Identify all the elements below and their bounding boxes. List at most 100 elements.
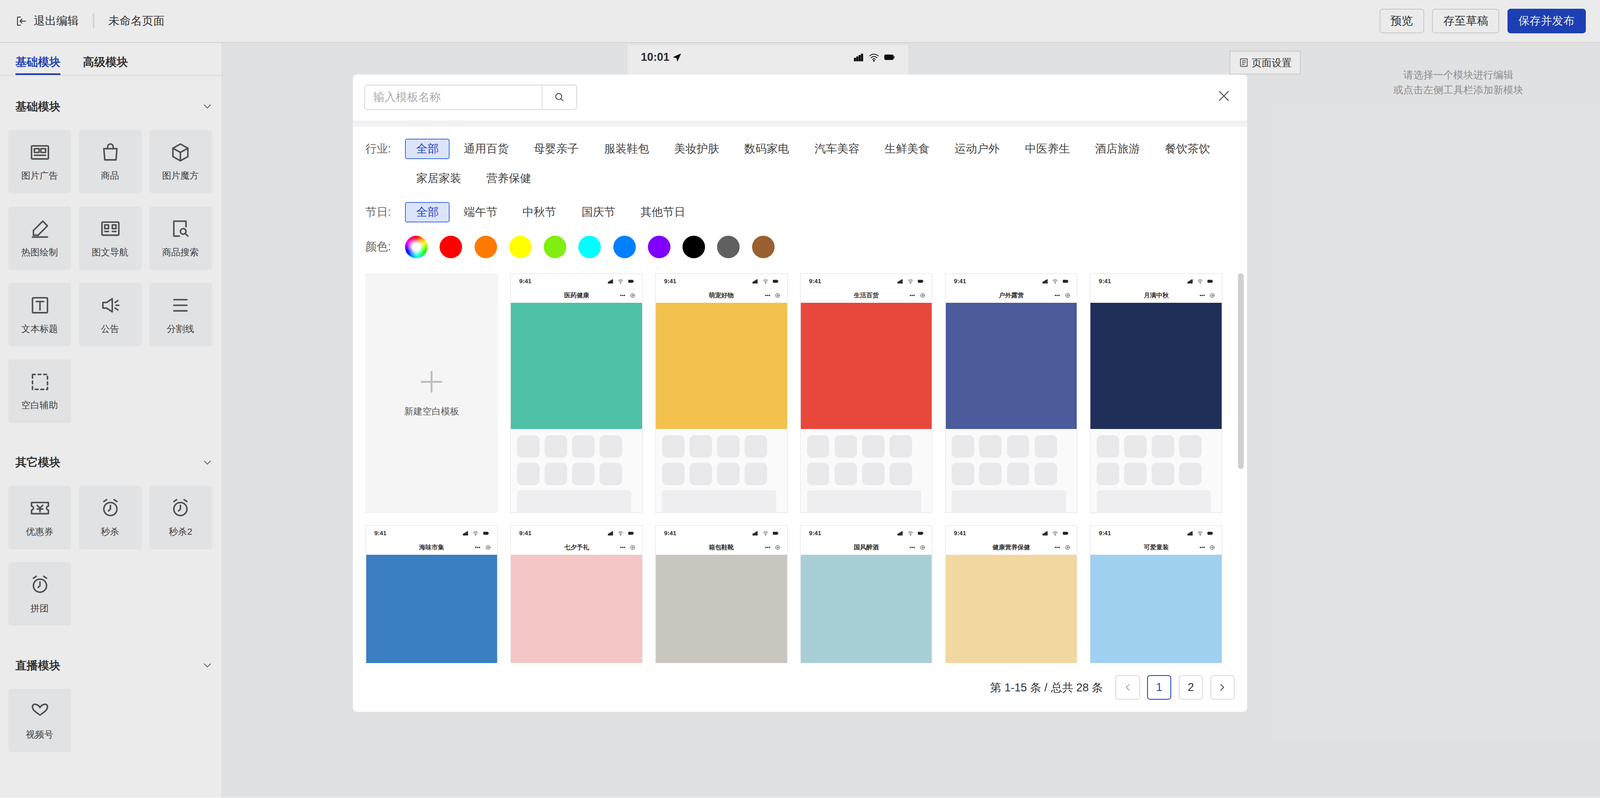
color-swatch[interactable]	[474, 235, 498, 259]
new-template-label[interactable]: 新建空白模板	[404, 405, 460, 418]
signal-icon	[1187, 530, 1194, 537]
card-title-bar: 七夕予礼	[510, 540, 642, 555]
template-card[interactable]: 9:41海味市集	[365, 525, 498, 664]
filter-chip[interactable]: 营养保健	[475, 168, 543, 189]
filter-chip[interactable]: 中医养生	[1013, 138, 1081, 160]
prev-page-button[interactable]	[1115, 675, 1140, 700]
wifi-icon	[1197, 278, 1204, 285]
filter-chip[interactable]: 家居家装	[405, 168, 473, 189]
target-icon	[1209, 292, 1216, 299]
more-icon	[1054, 292, 1061, 299]
filter-chip[interactable]: 全部	[405, 138, 450, 160]
pagination-summary: 第 1-15 条 / 总共 28 条	[990, 680, 1103, 696]
page-button[interactable]: 1	[1147, 675, 1172, 700]
template-card[interactable]: 9:41箱包鞋靴	[655, 525, 788, 664]
wifi-icon	[1052, 278, 1059, 285]
signal-icon	[1042, 530, 1049, 537]
card-block	[1151, 435, 1175, 458]
filter-label: 行业:	[365, 138, 406, 160]
new-template-card[interactable]: 新建空白模板	[365, 273, 498, 514]
card-block	[834, 462, 858, 486]
filter-chip[interactable]: 服装鞋包	[592, 138, 660, 160]
color-swatch[interactable]	[647, 235, 671, 259]
next-page-button[interactable]	[1210, 675, 1235, 700]
color-swatch[interactable]	[613, 235, 636, 259]
card-body	[655, 429, 787, 513]
close-icon	[1216, 88, 1232, 104]
card-block	[544, 435, 568, 458]
target-icon	[1209, 544, 1216, 551]
card-title: 可爱童装	[1143, 543, 1169, 552]
page-button[interactable]: 2	[1178, 675, 1204, 700]
filter-chip[interactable]: 数码家电	[733, 138, 801, 160]
search-button[interactable]	[541, 85, 577, 110]
card-block	[717, 462, 740, 486]
card-banner	[1090, 555, 1222, 664]
more-icon	[474, 544, 481, 551]
filter-chip[interactable]: 端午节	[452, 202, 509, 223]
color-swatch[interactable]	[682, 235, 705, 259]
chevron-right-icon	[1216, 682, 1228, 694]
more-icon	[1199, 544, 1206, 551]
card-time: 9:41	[809, 530, 822, 537]
filter-chip[interactable]: 美妆护肤	[662, 138, 730, 160]
card-title-icons	[1054, 544, 1071, 551]
template-card[interactable]: 9:41可爱童装	[1089, 525, 1223, 664]
filter-chip[interactable]: 餐饮茶饮	[1154, 138, 1222, 160]
wifi-icon	[762, 278, 769, 285]
card-status-bar: 9:41	[1090, 274, 1222, 289]
color-swatch[interactable]	[578, 235, 601, 259]
card-banner	[945, 302, 1077, 430]
card-banner	[510, 555, 642, 664]
card-strip	[517, 490, 632, 513]
card-block	[1034, 462, 1058, 486]
filter-chip[interactable]: 国庆节	[570, 202, 627, 223]
filter-chip[interactable]: 运动户外	[943, 138, 1011, 160]
more-icon	[619, 544, 626, 551]
target-icon	[774, 292, 781, 299]
template-card[interactable]: 9:41七夕予礼	[510, 525, 643, 664]
filter-chip[interactable]: 生鲜美食	[873, 138, 941, 160]
card-title-icons	[764, 292, 781, 299]
card-status-bar: 9:41	[945, 526, 1077, 541]
filter-chip[interactable]: 通用百货	[452, 138, 520, 160]
card-title-icons	[909, 544, 926, 551]
signal-icon	[607, 278, 614, 285]
search-input[interactable]	[365, 85, 542, 110]
status-icons	[1187, 530, 1214, 537]
filter-chip[interactable]: 其他节日	[629, 202, 697, 223]
filter-chip[interactable]: 中秋节	[511, 202, 568, 223]
template-card[interactable]: 9:41户外露营	[945, 273, 1078, 514]
card-time: 9:41	[664, 277, 677, 285]
card-time: 9:41	[374, 530, 387, 537]
card-block	[689, 462, 713, 486]
close-button[interactable]	[1216, 88, 1232, 107]
card-status-bar: 9:41	[800, 526, 932, 541]
filter-chip[interactable]: 母婴亲子	[522, 138, 590, 160]
template-card[interactable]: 9:41健康营养保健	[945, 525, 1078, 664]
wifi-icon	[1197, 530, 1204, 537]
card-block	[1007, 435, 1030, 458]
card-block	[862, 462, 885, 486]
card-status-bar: 9:41	[945, 274, 1077, 289]
template-card[interactable]: 9:41医药健康	[510, 273, 643, 514]
battery-icon	[772, 530, 779, 537]
template-card[interactable]: 9:41生活百货	[800, 273, 933, 514]
card-status-bar: 9:41	[800, 274, 932, 289]
color-swatch[interactable]	[405, 235, 428, 259]
scrollbar-thumb[interactable]	[1237, 273, 1245, 470]
color-swatch[interactable]	[543, 235, 567, 259]
color-swatch[interactable]	[509, 235, 532, 259]
card-time: 9:41	[664, 530, 677, 537]
color-swatch[interactable]	[752, 235, 775, 259]
filter-chip[interactable]: 酒店旅游	[1083, 138, 1151, 160]
color-swatch[interactable]	[439, 235, 463, 259]
card-block	[572, 462, 595, 486]
filter-chip[interactable]: 全部	[405, 202, 450, 223]
color-swatch[interactable]	[717, 235, 740, 259]
battery-icon	[1207, 278, 1214, 285]
template-card[interactable]: 9:41萌宠好物	[655, 273, 788, 514]
filter-chip[interactable]: 汽车美容	[803, 138, 871, 160]
template-card[interactable]: 9:41国风醉酒	[800, 525, 933, 664]
template-card[interactable]: 9:41月满中秋	[1089, 273, 1223, 514]
